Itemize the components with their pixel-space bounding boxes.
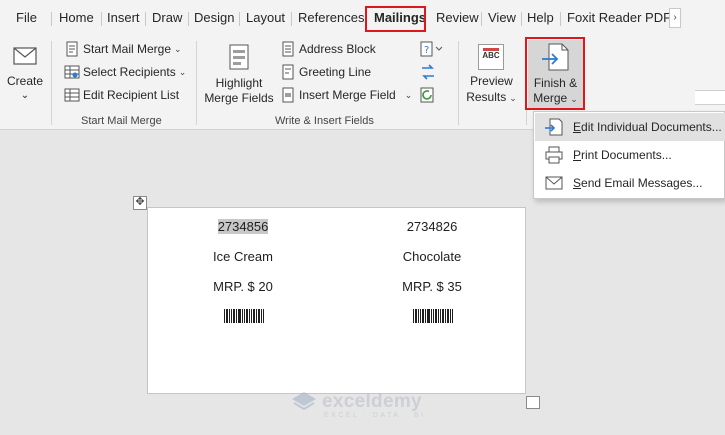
- update-labels-button[interactable]: [419, 86, 437, 104]
- label-1-code[interactable]: 2734856: [183, 219, 303, 234]
- tab-help[interactable]: Help: [527, 9, 554, 27]
- label-2-code[interactable]: 2734826: [372, 219, 492, 234]
- label-1-product[interactable]: Ice Cream: [183, 249, 303, 264]
- exceldemy-watermark: exceldemy EXCEL · DATA · BI: [290, 390, 423, 419]
- svg-text:?: ?: [424, 45, 429, 56]
- watermark-name: exceldemy: [322, 391, 422, 412]
- highlight-label-line1: Highlight: [215, 76, 263, 90]
- insert-field-icon: [282, 87, 294, 103]
- email-rest: end Email Messages...: [581, 176, 703, 190]
- create-label: Create: [6, 74, 44, 88]
- highlight-fields-icon: [229, 44, 249, 70]
- label-2-barcode: [413, 309, 453, 323]
- label-1-price[interactable]: MRP. $ 20: [183, 279, 303, 294]
- envelope-icon: [13, 47, 37, 65]
- label-sheet[interactable]: 2734856 Ice Cream MRP. $ 20 2734826 Choc…: [147, 207, 526, 394]
- address-block-icon: [282, 41, 294, 57]
- preview-results-button[interactable]: ABC Preview Results ⌄: [464, 40, 519, 108]
- highlight-label-line2: Merge Fields: [204, 91, 274, 105]
- edit-recipient-list-label: Edit Recipient List: [83, 88, 180, 102]
- address-block-button[interactable]: Address Block: [280, 39, 376, 59]
- highlight-merge-fields-button[interactable]: Highlight Merge Fields: [203, 40, 275, 108]
- finish-merge-dropdown-menu: Edit Individual Documents... Print Docum…: [533, 111, 725, 199]
- label-2-price[interactable]: MRP. $ 35: [372, 279, 492, 294]
- preview-label-text: Results: [466, 90, 507, 104]
- email-icon: [545, 176, 563, 190]
- tab-design[interactable]: Design: [194, 9, 234, 27]
- ruler-strip: [695, 90, 725, 105]
- tab-review[interactable]: Review: [436, 9, 479, 27]
- ribbon-tabs: File Home Insert Draw Design Layout Refe…: [0, 0, 725, 37]
- tab-draw[interactable]: Draw: [152, 9, 182, 27]
- rules-button[interactable]: ?: [419, 40, 445, 58]
- greeting-line-icon: [282, 64, 294, 80]
- start-mail-merge-label: Start Mail Merge: [83, 42, 172, 56]
- label-1-barcode: [224, 309, 264, 323]
- menu-item-print-documents[interactable]: Print Documents...: [535, 141, 725, 169]
- menu-item-edit-individual-documents[interactable]: Edit Individual Documents...: [535, 113, 725, 141]
- menu-item-email-label: Send Email Messages...: [573, 176, 702, 190]
- edit-documents-icon: [545, 118, 563, 136]
- tab-layout[interactable]: Layout: [246, 9, 285, 27]
- select-recipients-label: Select Recipients: [83, 65, 176, 79]
- table-move-handle-icon[interactable]: ✥: [133, 196, 147, 210]
- print-accelerator: P: [573, 148, 582, 162]
- menu-item-edit-label: Edit Individual Documents...: [573, 120, 722, 134]
- tabs-scroll-right-button[interactable]: ›: [669, 8, 681, 28]
- tab-file[interactable]: File: [16, 9, 37, 27]
- email-accelerator: S: [573, 176, 582, 190]
- tab-insert[interactable]: Insert: [107, 9, 140, 27]
- menu-item-print-label: Print Documents...: [573, 148, 672, 162]
- greeting-line-button[interactable]: Greeting Line: [280, 62, 371, 82]
- recipients-list-icon: [64, 65, 80, 79]
- menu-item-send-email-messages[interactable]: Send Email Messages...: [535, 169, 725, 197]
- edit-rest: dit Individual Documents...: [581, 120, 722, 134]
- start-mail-merge-button[interactable]: Start Mail Merge ⌄: [64, 39, 182, 59]
- edit-recipient-list-button[interactable]: Edit Recipient List: [64, 85, 179, 105]
- select-recipients-button[interactable]: Select Recipients ⌄: [64, 62, 186, 82]
- match-fields-icon: [422, 64, 434, 80]
- update-labels-icon: [420, 87, 434, 103]
- match-fields-button[interactable]: [419, 63, 437, 81]
- print-rest: rint Documents...: [581, 148, 672, 162]
- edit-accelerator: E: [573, 120, 582, 134]
- finish-merge-highlight-box: [525, 37, 585, 110]
- insert-merge-field-label: Insert Merge Field: [299, 88, 396, 102]
- preview-abc-icon: ABC: [478, 44, 504, 70]
- rules-icon: ?: [420, 41, 443, 57]
- insert-merge-field-button[interactable]: Insert Merge Field ⌄: [280, 85, 412, 105]
- address-block-label: Address Block: [299, 42, 376, 56]
- mailings-highlight-box: [365, 6, 426, 32]
- preview-label-line2: Results ⌄: [466, 90, 517, 104]
- document-merge-icon: [66, 41, 78, 57]
- label-1-code-text: 2734856: [217, 219, 269, 234]
- create-caret: ⌄: [20, 90, 30, 101]
- create-button[interactable]: Create ⌄: [5, 40, 45, 106]
- table-resize-handle[interactable]: [526, 396, 540, 409]
- preview-label-line1: Preview: [470, 74, 513, 88]
- write-insert-group-label: Write & Insert Fields: [275, 115, 374, 127]
- label-2-product[interactable]: Chocolate: [372, 249, 492, 264]
- edit-list-icon: [64, 88, 80, 102]
- greeting-line-label: Greeting Line: [299, 65, 372, 79]
- preview-abc-text: ABC: [482, 51, 500, 60]
- watermark-subtitle: EXCEL · DATA · BI: [324, 412, 426, 419]
- printer-icon: [545, 146, 563, 164]
- tab-view[interactable]: View: [488, 9, 516, 27]
- start-mail-merge-group-label: Start Mail Merge: [81, 115, 162, 127]
- exceldemy-logo-icon: [292, 392, 316, 411]
- tab-home[interactable]: Home: [59, 9, 94, 27]
- tab-references[interactable]: References: [298, 9, 364, 27]
- tab-foxit-reader-pdf[interactable]: Foxit Reader PDF: [567, 9, 671, 27]
